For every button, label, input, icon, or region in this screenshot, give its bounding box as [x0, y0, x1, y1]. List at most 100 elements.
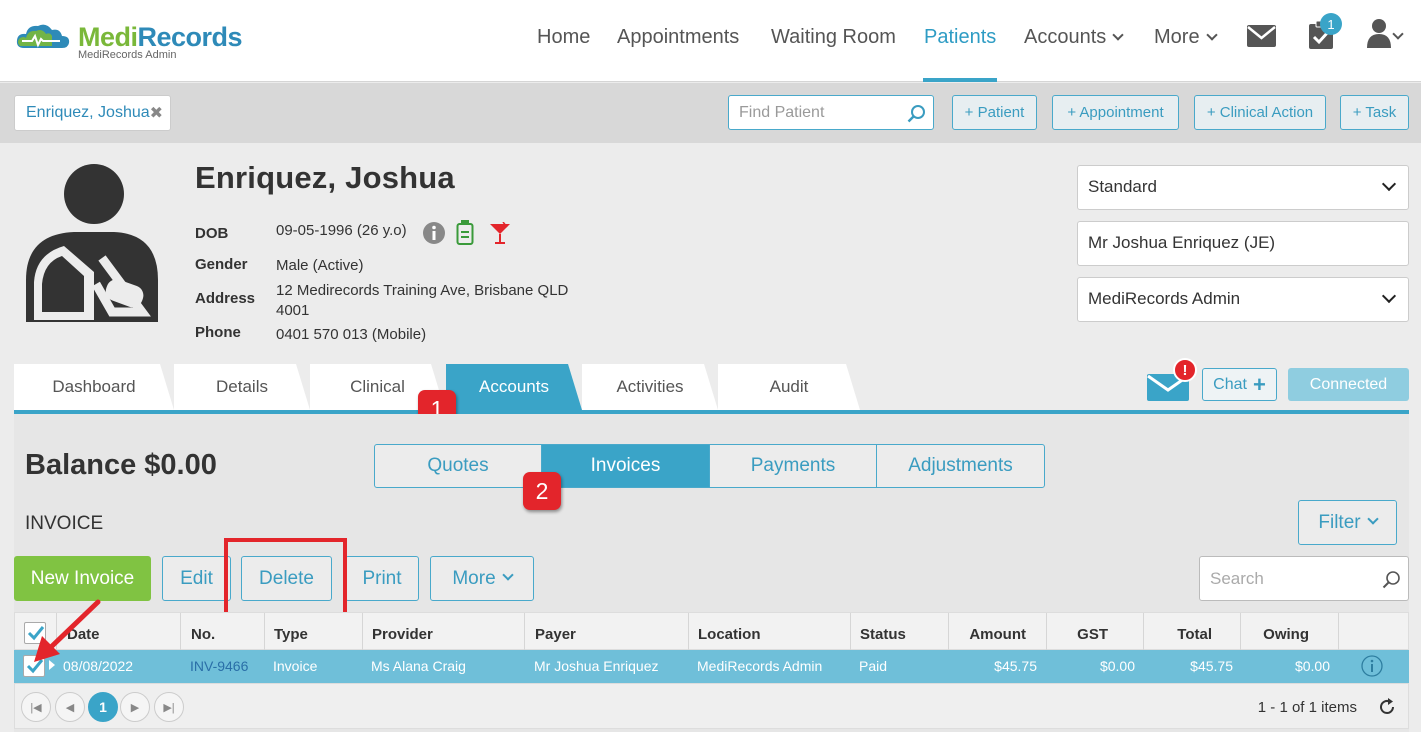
search-icon[interactable]	[1382, 570, 1401, 589]
next-page-button[interactable]: ▶	[120, 692, 150, 722]
patient-avatar-icon	[26, 164, 158, 322]
logo-subtitle: MediRecords Admin	[78, 49, 177, 61]
segment-quotes[interactable]: Quotes	[374, 444, 542, 488]
last-page-button[interactable]: ▶|	[154, 692, 184, 722]
mail-icon[interactable]	[1247, 25, 1276, 47]
chat-button[interactable]: Chat +	[1202, 368, 1277, 401]
refresh-icon[interactable]	[1378, 698, 1396, 716]
close-icon[interactable]: ✖	[150, 103, 163, 123]
find-patient-field[interactable]	[728, 95, 934, 130]
filter-label: Filter	[1318, 511, 1361, 533]
col-status[interactable]: Status	[860, 626, 906, 643]
first-page-button[interactable]: |◀	[21, 692, 51, 722]
invoice-search-field[interactable]	[1199, 556, 1409, 601]
fee-type-select[interactable]: Standard	[1077, 165, 1409, 210]
fee-type-value: Standard	[1088, 177, 1157, 196]
segment-adjustments[interactable]: Adjustments	[876, 444, 1045, 488]
col-location[interactable]: Location	[698, 626, 761, 643]
cell-amount: $45.75	[994, 658, 1037, 674]
search-icon[interactable]	[907, 104, 926, 123]
payer-field[interactable]: Mr Joshua Enriquez (JE)	[1077, 221, 1409, 266]
current-page-button[interactable]: 1	[88, 692, 118, 722]
edit-button[interactable]: Edit	[162, 556, 231, 601]
nav-home[interactable]: Home	[537, 26, 590, 49]
col-payer[interactable]: Payer	[535, 626, 576, 643]
open-patient-tab[interactable]: Enriquez, Joshua ✖	[14, 95, 171, 131]
section-title: INVOICE	[25, 513, 104, 534]
nav-more[interactable]: More	[1154, 26, 1218, 49]
col-gst[interactable]: GST	[1077, 626, 1108, 643]
column-divider	[524, 613, 525, 651]
info-icon[interactable]	[423, 222, 445, 244]
chevron-down-icon[interactable]	[1392, 28, 1404, 40]
column-divider	[362, 613, 363, 651]
location-value: MediRecords Admin	[1088, 289, 1241, 308]
dob-label: DOB	[195, 225, 229, 242]
cell-status: Paid	[859, 658, 888, 674]
add-patient-button[interactable]: + Patient	[952, 95, 1037, 130]
balance-heading: Balance $0.00	[25, 449, 217, 481]
new-invoice-button[interactable]: New Invoice	[14, 556, 151, 601]
col-total[interactable]: Total	[1177, 626, 1212, 643]
location-select[interactable]: MediRecords Admin	[1077, 277, 1409, 322]
col-provider[interactable]: Provider	[372, 626, 433, 643]
user-profile-icon[interactable]	[1366, 18, 1392, 48]
column-divider	[850, 613, 851, 651]
nav-accounts[interactable]: Accounts	[1024, 26, 1124, 49]
column-divider	[1338, 613, 1339, 651]
column-divider	[688, 613, 689, 651]
cell-location: MediRecords Admin	[697, 658, 823, 674]
payer-value: Mr Joshua Enriquez (JE)	[1088, 233, 1276, 252]
tab-dashboard[interactable]: Dashboard	[14, 364, 174, 410]
add-task-button[interactable]: + Task	[1340, 95, 1409, 130]
col-type[interactable]: Type	[274, 626, 308, 643]
cell-owing: $0.00	[1294, 658, 1330, 674]
chat-label: Chat	[1213, 375, 1247, 393]
active-nav-indicator	[923, 78, 997, 82]
gender-value: Male (Active)	[276, 257, 364, 274]
segment-payments[interactable]: Payments	[709, 444, 877, 488]
chevron-down-icon	[1205, 29, 1218, 41]
column-divider	[1240, 613, 1241, 651]
tab-audit[interactable]: Audit	[718, 364, 860, 410]
pagination-bar: |◀ ◀ 1 ▶ ▶| 1 - 1 of 1 items	[14, 683, 1409, 729]
filter-button[interactable]: Filter	[1298, 500, 1397, 545]
cell-provider: Ms Alana Craig	[371, 658, 466, 674]
connected-status: Connected	[1288, 368, 1409, 401]
tab-accounts[interactable]: Accounts	[446, 364, 582, 410]
address-label: Address	[195, 290, 256, 307]
table-header: Date No. Type Provider Payer Location St…	[14, 612, 1409, 651]
find-patient-input[interactable]	[729, 96, 899, 129]
col-no[interactable]: No.	[191, 626, 215, 643]
prev-page-button[interactable]: ◀	[55, 692, 85, 722]
top-navbar: MediRecords MediRecords Admin Home Appoi…	[0, 0, 1421, 82]
chevron-down-icon	[501, 568, 514, 581]
delete-highlight-box	[224, 538, 347, 618]
nav-patients[interactable]: Patients	[924, 26, 996, 49]
more-button[interactable]: More	[430, 556, 534, 601]
print-button[interactable]: Print	[345, 556, 419, 601]
annotation-arrow-icon	[34, 599, 101, 662]
column-divider	[948, 613, 949, 651]
tab-activities[interactable]: Activities	[582, 364, 718, 410]
segment-invoices[interactable]: Invoices	[541, 444, 710, 488]
col-owing[interactable]: Owing	[1263, 626, 1309, 643]
info-icon[interactable]	[1361, 655, 1383, 677]
table-row[interactable]: 08/08/2022 INV-9466 Invoice Ms Alana Cra…	[14, 650, 1409, 683]
cell-payer: Mr Joshua Enriquez	[534, 658, 659, 674]
alert-badge: !	[1173, 358, 1197, 382]
nav-waiting-room[interactable]: Waiting Room	[771, 26, 896, 49]
tab-details[interactable]: Details	[174, 364, 310, 410]
invoice-search-input[interactable]	[1200, 557, 1375, 600]
nav-more-label: More	[1154, 26, 1200, 48]
col-amount[interactable]: Amount	[969, 626, 1026, 643]
cell-total: $45.75	[1190, 658, 1233, 674]
nav-appointments[interactable]: Appointments	[617, 26, 739, 49]
cell-invoice-number[interactable]: INV-9466	[190, 658, 248, 674]
add-clinical-action-button[interactable]: + Clinical Action	[1194, 95, 1326, 130]
task-count-badge: 1	[1320, 13, 1342, 35]
cell-gst: $0.00	[1099, 658, 1135, 674]
pagination-info: 1 - 1 of 1 items	[1257, 699, 1357, 716]
chevron-down-icon	[1112, 29, 1124, 41]
add-appointment-button[interactable]: + Appointment	[1052, 95, 1179, 130]
